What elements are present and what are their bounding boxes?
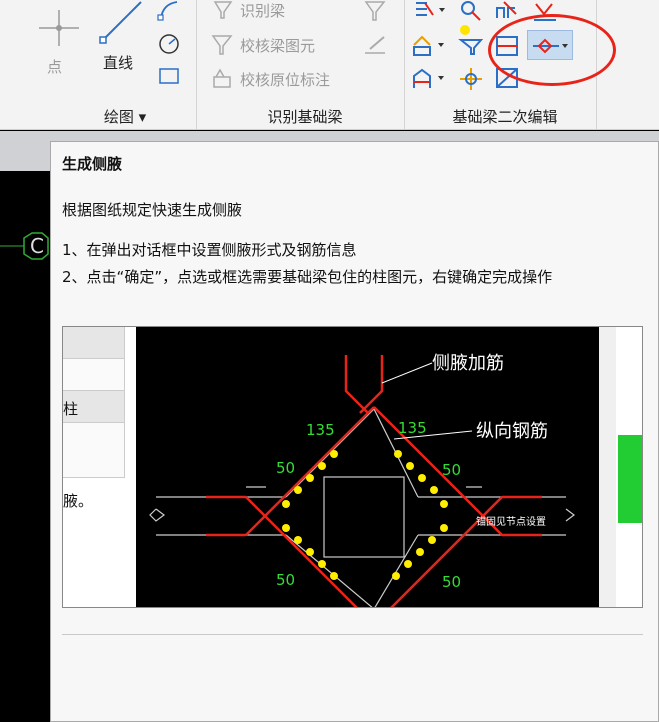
beam-edit-icon-5[interactable] <box>410 33 450 59</box>
label-axilla-rebar: 侧腋加筋 <box>432 353 504 374</box>
beam-edit-icon-9[interactable] <box>458 66 484 92</box>
scroll-thumb <box>618 435 642 523</box>
axis-label: C <box>30 234 44 258</box>
identify-beam-label[interactable]: 识别梁 <box>240 0 285 21</box>
app-window: 点 直线 绘图 ▾ 识别梁 校核梁图元 校核原位标注 识别基础梁 基础梁二次编辑… <box>0 0 659 722</box>
identify-group-label: 识别基础梁 <box>267 108 343 126</box>
tooltip-illustration: 柱 腋。 侧腋加筋 纵向钢筋 135 135 50 50 50 50 锚固见节点… <box>62 326 643 608</box>
label-longitudinal-rebar: 纵向钢筋 <box>476 421 548 442</box>
dim-top-left: 50 <box>276 459 295 477</box>
anchor-note: 锚固见节点设置 <box>476 516 546 528</box>
tooltip-title: 生成侧腋 <box>62 155 123 173</box>
edit-group-label: 基础梁二次编辑 <box>452 108 558 126</box>
check-beam-element-icon[interactable] <box>210 33 234 57</box>
beam-edit-icon-8[interactable] <box>410 66 450 92</box>
dialog-text-axilla: 腋。 <box>63 492 94 510</box>
pen-ruler-icon[interactable] <box>362 33 388 57</box>
dim-top-right: 50 <box>442 461 461 479</box>
dim-bottom-left: 50 <box>276 571 295 589</box>
dialog-text-column: 柱 <box>63 400 79 418</box>
tooltip-description: 根据图纸规定快速生成侧腋 <box>62 201 243 219</box>
tooltip-divider <box>62 634 643 635</box>
tooltip-step-1: 1、在弹出对话框中设置侧腋形式及钢筋信息 <box>62 241 357 259</box>
axis-marker: C <box>0 232 49 260</box>
beam-edit-icon-1[interactable] <box>413 0 449 20</box>
line-icon[interactable] <box>95 0 145 45</box>
beam-edit-icon-2[interactable] <box>458 0 484 22</box>
beam-edit-icon-3[interactable] <box>494 0 520 22</box>
tooltip-step-2: 2、点击“确定”，点选或框选需要基础梁包住的柱图元，右键确定完成操作 <box>62 268 553 286</box>
dialog-snippet: 柱 腋。 <box>63 327 136 607</box>
check-original-annotation-icon[interactable] <box>210 67 234 91</box>
arc-icon[interactable] <box>157 0 181 22</box>
point-icon[interactable] <box>35 8 83 48</box>
rectangle-icon[interactable] <box>157 65 181 87</box>
angle-label-left: 135 <box>306 421 335 439</box>
identify-tool-icon[interactable] <box>362 0 388 22</box>
beam-edit-icon-6[interactable] <box>455 24 487 56</box>
circle-icon[interactable] <box>157 32 181 56</box>
identify-beam-icon[interactable] <box>212 0 234 20</box>
ribbon: 点 直线 绘图 ▾ 识别梁 校核梁图元 校核原位标注 识别基础梁 基础梁二次编辑 <box>0 0 659 130</box>
tooltip-popup: 生成侧腋 根据图纸规定快速生成侧腋 1、在弹出对话框中设置侧腋形式及钢筋信息 2… <box>50 141 659 722</box>
angle-label-right: 135 <box>398 419 427 437</box>
point-label[interactable]: 点 <box>47 56 62 77</box>
line-label[interactable]: 直线 <box>103 52 133 73</box>
highlight-circle <box>488 14 616 86</box>
axilla-diagram: 侧腋加筋 纵向钢筋 135 135 50 50 50 50 锚固见节点设置 <box>149 327 642 607</box>
check-original-annotation-label[interactable]: 校核原位标注 <box>240 69 330 90</box>
dim-bottom-right: 50 <box>442 573 461 591</box>
check-beam-element-label[interactable]: 校核梁图元 <box>240 35 315 56</box>
draw-group-label[interactable]: 绘图 ▾ <box>60 106 190 127</box>
